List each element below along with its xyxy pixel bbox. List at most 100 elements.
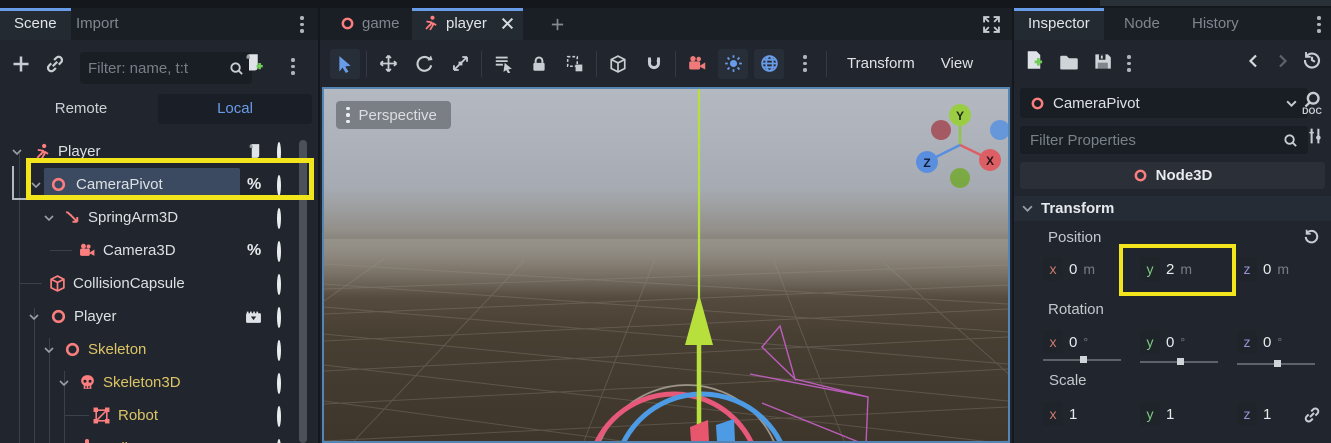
tree-row[interactable]: CollisionCapsule [0,267,318,300]
skeleton-icon [79,374,96,391]
chevron-down-icon[interactable] [12,147,22,157]
scene-tab-player[interactable]: player [412,8,523,40]
add-node-icon[interactable] [11,54,31,74]
top-bar-remnant [1100,0,1331,6]
attach-script-icon[interactable] [244,53,264,73]
visibility-eye-icon[interactable] [277,307,281,328]
load-resource-folder-icon[interactable] [1059,52,1079,72]
scale-y-value[interactable]: 1 [1166,406,1174,423]
tab-node[interactable]: Node [1110,8,1174,40]
save-resource-icon[interactable] [1093,52,1112,71]
snap-toggle[interactable] [639,49,669,79]
instance-scene-icon[interactable] [45,54,65,74]
visibility-eye-icon[interactable] [277,439,281,443]
visibility-eye-icon[interactable] [277,274,281,295]
environment-preview-toggle[interactable] [754,49,784,79]
position-z-value[interactable]: 0 [1263,261,1271,278]
tree-row[interactable]: Player [0,300,318,333]
scene-tab-game[interactable]: game [330,8,414,40]
rotation-x-value[interactable]: 0 [1069,334,1077,351]
position-x-field[interactable]: x 0 m [1043,257,1095,281]
dock-menu-icon[interactable] [300,16,304,33]
position-z-field[interactable]: z 0 m [1237,257,1289,281]
link-scale-icon[interactable] [1303,406,1321,424]
rotation-y-field[interactable]: y 0 ° [1140,330,1185,354]
revert-icon[interactable] [1303,228,1320,245]
scale-z-value[interactable]: 1 [1263,406,1271,423]
position-x-value[interactable]: 0 [1069,261,1077,278]
tree-row[interactable]: Skeleton [0,333,318,366]
select-tool[interactable] [330,49,360,79]
tree-row[interactable]: Camera3D % [0,234,318,267]
viewport-menu-icon[interactable] [346,107,350,124]
new-scene-tab-icon[interactable] [550,17,565,32]
view-menu[interactable]: View [935,55,979,72]
tab-scene[interactable]: Scene [0,8,71,40]
visibility-eye-icon[interactable] [277,241,281,262]
scale-x-field[interactable]: x 1 [1043,402,1077,426]
camera-preview-toggle[interactable] [682,49,712,79]
axis-x-chip: x [1043,257,1063,281]
rotation-z-field[interactable]: z 0 ° [1237,330,1282,354]
scale-x-value[interactable]: 1 [1069,406,1077,423]
editable-children-icon[interactable] [245,309,262,326]
move-tool[interactable] [373,49,403,79]
rotate-tool[interactable] [409,49,439,79]
history-forward-icon[interactable] [1274,53,1290,69]
filter-properties-input[interactable]: Filter Properties [1020,126,1308,154]
tree-row[interactable]: Robot [0,399,318,432]
close-icon[interactable] [501,17,514,30]
scale-y-field[interactable]: y 1 [1140,402,1174,426]
open-docs-icon[interactable]: DOC [1300,90,1324,116]
tab-inspector[interactable]: Inspector [1014,8,1104,40]
list-select-tool[interactable] [488,49,518,79]
class-header[interactable]: Node3D [1020,162,1325,189]
inspector-menu-icon[interactable] [1317,16,1321,33]
chevron-down-icon[interactable] [59,378,69,388]
rotation-x-field[interactable]: x 0 ° [1043,330,1088,354]
local-space-toggle[interactable] [603,49,633,79]
chevron-down-icon[interactable] [29,312,39,322]
node3d-icon [1133,168,1148,183]
group-tool[interactable] [560,49,590,79]
tree-row[interactable]: SpringArm3D [0,201,318,234]
history-back-icon[interactable] [1246,53,1262,69]
tree-menu-icon[interactable] [291,58,295,75]
transform-menu[interactable]: Transform [833,55,929,72]
transform-section-header[interactable]: Transform [1014,196,1331,221]
node3d-icon [50,308,67,325]
tree-row[interactable]: Skeleton3D [0,366,318,399]
rotation-z-slider[interactable] [1237,363,1315,365]
rotation-z-value[interactable]: 0 [1263,334,1271,351]
scale-z-field[interactable]: z 1 [1237,402,1271,426]
object-history-icon[interactable] [1302,50,1322,70]
tab-history[interactable]: History [1178,8,1253,40]
new-resource-icon[interactable] [1024,50,1044,70]
scale-tool[interactable] [445,49,475,79]
resource-menu-icon[interactable] [1127,55,1131,72]
extra-options-icon[interactable] [790,49,820,79]
scene-filter-input[interactable]: Filter: name, t:t [80,52,252,84]
rotation-x-slider[interactable] [1043,359,1121,361]
remote-tab[interactable]: Remote [6,94,156,124]
visibility-eye-icon[interactable] [277,208,281,229]
rotation-y-slider[interactable] [1140,361,1218,363]
visibility-eye-icon[interactable] [277,406,281,427]
chevron-down-icon[interactable] [44,213,54,223]
expand-viewport-icon[interactable] [983,16,1000,33]
property-tools-icon[interactable] [1306,127,1324,145]
visibility-eye-icon[interactable] [277,340,281,361]
edited-object-selector[interactable]: CameraPivot [1020,88,1308,118]
unique-name-badge[interactable]: % [247,234,261,267]
sun-preview-toggle[interactable] [718,49,748,79]
tree-item-label: Skeleton [88,333,146,366]
local-tab[interactable]: Local [158,94,312,124]
chevron-down-icon[interactable] [44,345,54,355]
tree-row[interactable]: Bullet [0,432,318,443]
projection-selector[interactable]: Perspective [336,101,451,129]
viewport-3d[interactable]: Y X Z Perspective [322,87,1010,443]
lock-tool[interactable] [524,49,554,79]
rotation-y-value[interactable]: 0 [1166,334,1174,351]
tab-import[interactable]: Import [62,8,133,40]
visibility-eye-icon[interactable] [277,373,281,394]
